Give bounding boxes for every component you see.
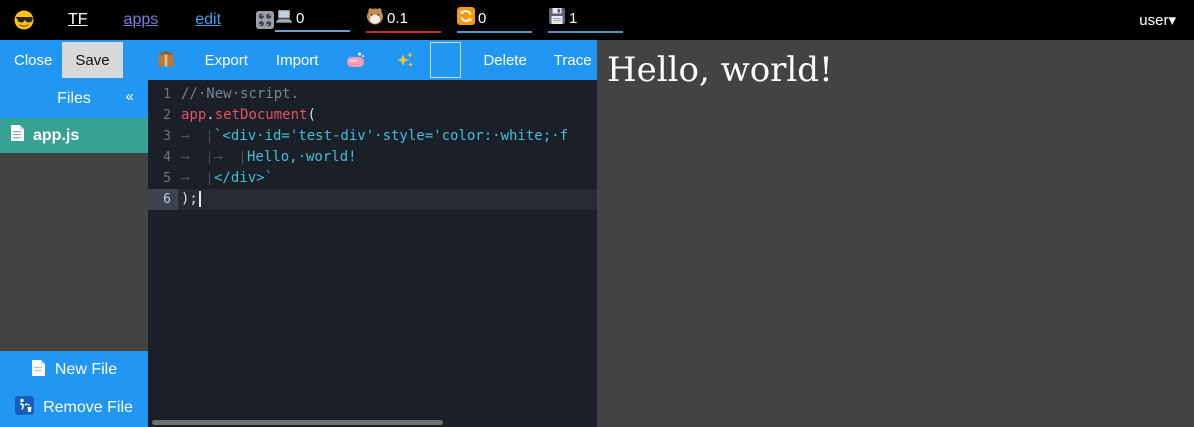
code-token: Hello,·world! xyxy=(247,149,357,165)
empty-toolbar-button[interactable] xyxy=(430,42,461,78)
trace-button[interactable]: Trace xyxy=(554,52,592,69)
remove-file-button[interactable]: Remove File xyxy=(0,389,148,427)
code-line[interactable]: 3 `<div·id='test-div'·style='color:·white… xyxy=(148,126,597,147)
sparkles-icon xyxy=(396,56,414,73)
stat-laptop-value: 0 xyxy=(296,10,304,27)
user-menu[interactable]: user▾ xyxy=(1139,11,1176,29)
soap-icon-button[interactable] xyxy=(346,51,366,69)
control-knobs-icon[interactable] xyxy=(255,10,275,30)
code-line[interactable]: 6); xyxy=(148,189,597,210)
text-cursor xyxy=(199,191,201,207)
code-token: `<div·id='test-div'·style='color:·white;… xyxy=(214,128,568,144)
files-header-title: Files xyxy=(57,90,91,108)
export-button[interactable]: Export xyxy=(205,52,248,69)
topbar-link-edit[interactable]: edit xyxy=(195,11,221,29)
preview-panel: Hello, world! xyxy=(597,40,1194,427)
remove-file-label: Remove File xyxy=(43,399,133,417)
sunglasses-face-icon[interactable] xyxy=(14,10,34,30)
soap-icon xyxy=(346,55,366,72)
new-document-icon xyxy=(31,359,46,382)
delete-button[interactable]: Delete xyxy=(483,52,526,69)
code-token: ); xyxy=(181,191,198,207)
laptop-icon xyxy=(275,9,293,28)
code-line[interactable]: 5 </div>` xyxy=(148,168,597,189)
editor-lines: 1//·New·script.2app.setDocument(3`<div·i… xyxy=(148,80,597,210)
code-token: setDocument xyxy=(215,107,308,123)
files-header: Files « xyxy=(0,80,148,118)
tab-whitespace-marker xyxy=(181,172,210,185)
editor-toolbar: Close Save Export Import xyxy=(0,40,597,80)
stat-floppy-value: 1 xyxy=(569,10,577,27)
line-number: 2 xyxy=(148,105,178,126)
close-button[interactable]: Close xyxy=(14,52,52,69)
horizontal-scrollbar[interactable] xyxy=(152,420,443,425)
tab-whitespace-marker xyxy=(181,151,210,164)
stat-hamster[interactable]: 0.1 xyxy=(366,7,441,33)
line-number: 4 xyxy=(148,147,178,168)
sidebar-actions: New File Remove File xyxy=(0,351,148,427)
import-button[interactable]: Import xyxy=(276,52,319,69)
tab-whitespace-marker xyxy=(214,151,243,164)
stat-hamster-value: 0.1 xyxy=(387,10,408,27)
line-number: 6 xyxy=(148,189,178,210)
code-token: . xyxy=(206,107,214,123)
code-token: //·New·script. xyxy=(181,86,299,102)
stat-repeat-value: 0 xyxy=(478,10,486,27)
file-list-empty-area xyxy=(0,153,148,351)
code-line[interactable]: 1//·New·script. xyxy=(148,84,597,105)
new-file-label: New File xyxy=(55,361,117,379)
line-number: 3 xyxy=(148,126,178,147)
editor-workspace: Close Save Export Import xyxy=(0,40,597,427)
code-token: </div>` xyxy=(214,170,273,186)
line-number: 5 xyxy=(148,168,178,189)
package-icon-button[interactable] xyxy=(157,50,175,70)
document-icon xyxy=(10,124,25,147)
topbar-link-apps[interactable]: apps xyxy=(124,11,159,29)
collapse-sidebar-button[interactable]: « xyxy=(126,88,134,105)
stat-repeat[interactable]: 0 xyxy=(457,7,532,33)
files-sidebar: Files « app.js xyxy=(0,80,148,427)
code-line[interactable]: 4 Hello,·world! xyxy=(148,147,597,168)
code-line[interactable]: 2app.setDocument( xyxy=(148,105,597,126)
stat-laptop[interactable]: 0 xyxy=(275,9,350,32)
sparkles-icon-button[interactable] xyxy=(396,51,414,69)
repeat-arrows-icon xyxy=(457,7,475,29)
stat-floppy[interactable]: 1 xyxy=(548,7,623,33)
package-icon xyxy=(157,55,175,72)
tab-whitespace-marker xyxy=(181,130,210,143)
preview-heading: Hello, world! xyxy=(607,53,1194,89)
line-number: 1 xyxy=(148,84,178,105)
new-file-button[interactable]: New File xyxy=(0,351,148,389)
floppy-disk-icon xyxy=(548,7,566,29)
litter-bin-icon xyxy=(15,396,34,420)
file-item-name: app.js xyxy=(33,127,79,145)
code-token: ( xyxy=(307,107,315,123)
topbar-link-tf[interactable]: TF xyxy=(68,11,88,29)
code-editor[interactable]: 1//·New·script.2app.setDocument(3`<div·i… xyxy=(148,80,597,427)
save-button[interactable]: Save xyxy=(62,42,122,78)
code-token: app xyxy=(181,107,206,123)
file-item-appjs[interactable]: app.js xyxy=(0,118,148,153)
hamster-icon xyxy=(366,7,384,29)
top-bar: TF apps edit 0 xyxy=(0,0,1194,40)
